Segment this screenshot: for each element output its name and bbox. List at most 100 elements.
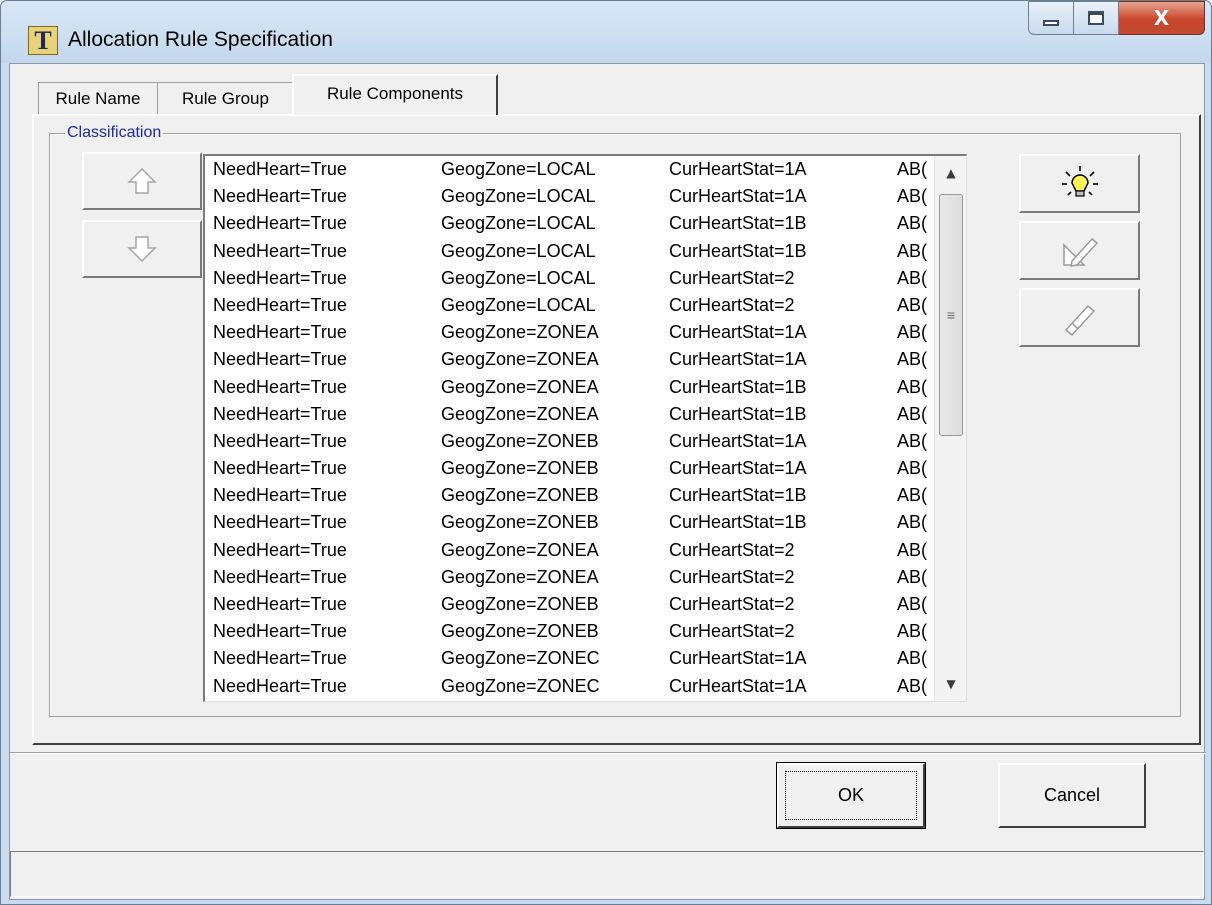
list-item[interactable]: NeedHeart=True GeogZone=ZONEB CurHeartStat… [205,430,933,457]
list-item[interactable]: NeedHeart=True GeogZone=LOCAL CurHeartStat… [205,185,933,212]
list-item[interactable]: NeedHeart=True GeogZone=LOCAL CurHeartStat… [205,294,933,321]
list-cell: AB( [897,648,928,669]
list-cell: NeedHeart=True [213,322,347,343]
arrow-down-icon [127,236,157,263]
list-item[interactable]: NeedHeart=True GeogZone=ZONEC CurHeartStat… [205,675,933,701]
list-item[interactable]: NeedHeart=True GeogZone=ZONEA CurHeartStat… [205,539,933,566]
new-component-button[interactable] [1019,154,1140,213]
list-cell: GeogZone=ZONEB [441,485,599,506]
list-cell: AB( [897,539,928,560]
list-cell: NeedHeart=True [213,159,347,179]
list-cell: NeedHeart=True [213,213,347,234]
list-item[interactable]: NeedHeart=True GeogZone=ZONEC CurHeartStat… [205,647,933,674]
list-cell: GeogZone=LOCAL [441,294,596,315]
classification-rows: NeedHeart=True GeogZone=LOCAL CurHeartStat… [205,158,933,701]
list-item[interactable]: NeedHeart=True GeogZone=LOCAL CurHeartStat… [205,212,933,239]
list-cell: CurHeartStat=1A [669,648,807,669]
list-cell: GeogZone=LOCAL [441,213,596,234]
list-cell: GeogZone=LOCAL [441,267,596,288]
list-cell: AB( [897,267,928,288]
list-cell: AB( [897,512,928,533]
pencil-ruler-icon [1062,237,1098,267]
lightbulb-icon [1061,165,1098,197]
list-cell: NeedHeart=True [213,512,347,533]
minimize-button[interactable] [1028,1,1074,35]
list-item[interactable]: NeedHeart=True GeogZone=ZONEA CurHeartStat… [205,566,933,593]
cancel-label: Cancel [1043,785,1101,805]
list-cell: CurHeartStat=1B [669,485,807,506]
list-item[interactable]: NeedHeart=True GeogZone=ZONEA CurHeartStat… [205,348,933,375]
list-cell: NeedHeart=True [213,594,347,614]
list-cell: CurHeartStat=1B [669,403,807,424]
tab-rule-components[interactable]: Rule Components [292,74,498,115]
scroll-thumb[interactable]: ≡ [939,194,963,436]
list-cell: NeedHeart=True [213,349,347,370]
list-cell: NeedHeart=True [213,267,347,288]
list-cell: AB( [897,294,928,315]
list-item[interactable]: NeedHeart=True GeogZone=ZONEA CurHeartStat… [205,403,933,430]
app-icon[interactable]: T [28,26,58,55]
list-item[interactable]: NeedHeart=True GeogZone=LOCAL CurHeartStat… [205,158,933,185]
list-cell: AB( [897,403,928,424]
list-cell: NeedHeart=True [213,566,347,587]
list-item[interactable]: NeedHeart=True GeogZone=ZONEA CurHeartStat… [205,321,933,348]
tab-rule-name[interactable]: Rule Name [38,82,158,114]
scroll-grip-icon: ≡ [946,307,956,323]
list-cell: AB( [897,240,928,261]
list-item[interactable]: NeedHeart=True GeogZone=LOCAL CurHeartStat… [205,267,933,294]
ok-button[interactable]: OK [776,762,926,829]
list-item[interactable]: NeedHeart=True GeogZone=ZONEA CurHeartStat… [205,376,933,403]
close-icon: X [1153,6,1170,30]
list-cell: GeogZone=ZONEA [441,376,599,397]
list-cell: CurHeartStat=1B [669,240,807,261]
list-cell: CurHeartStat=1B [669,376,807,397]
title-bar[interactable]: T Allocation Rule Specification X [1,1,1211,63]
list-cell: GeogZone=LOCAL [441,186,596,207]
list-cell: AB( [897,322,928,343]
close-button[interactable]: X [1119,1,1205,35]
list-cell: NeedHeart=True [213,430,347,451]
list-cell: CurHeartStat=2 [669,294,795,315]
edit-component-button[interactable] [1019,221,1140,280]
scroll-down-icon[interactable]: ▼ [938,671,964,697]
list-cell: GeogZone=LOCAL [441,240,596,261]
classification-list[interactable]: NeedHeart=True GeogZone=LOCAL CurHeartStat… [203,154,967,702]
list-cell: NeedHeart=True [213,485,347,506]
list-cell: GeogZone=LOCAL [441,159,596,179]
move-down-button[interactable] [82,220,202,278]
cancel-button[interactable]: Cancel [998,763,1146,828]
list-cell: NeedHeart=True [213,621,347,642]
list-cell: CurHeartStat=1A [669,349,807,370]
list-cell: GeogZone=ZONEB [441,458,599,479]
caption-buttons: X [1028,1,1205,35]
list-cell: CurHeartStat=1A [669,458,807,479]
scroll-up-icon[interactable]: ▲ [938,160,964,186]
list-item[interactable]: NeedHeart=True GeogZone=ZONEB CurHeartStat… [205,620,933,647]
list-cell: CurHeartStat=2 [669,594,795,614]
list-cell: CurHeartStat=2 [669,566,795,587]
list-cell: NeedHeart=True [213,458,347,479]
list-item[interactable]: NeedHeart=True GeogZone=ZONEB CurHeartStat… [205,593,933,620]
list-cell: CurHeartStat=1A [669,159,807,179]
vertical-scrollbar[interactable]: ▲ ≡ ▼ [934,156,966,701]
list-cell: GeogZone=ZONEC [441,648,600,669]
list-cell: CurHeartStat=1A [669,675,807,696]
dialog-client-area: Rule Name Rule Group Rule Components Cla… [9,63,1206,900]
list-cell: CurHeartStat=1B [669,213,807,234]
tab-rule-group[interactable]: Rule Group [157,82,294,114]
list-cell: GeogZone=ZONEB [441,621,599,642]
list-cell: NeedHeart=True [213,648,347,669]
list-item[interactable]: NeedHeart=True GeogZone=ZONEB CurHeartStat… [205,484,933,511]
list-item[interactable]: NeedHeart=True GeogZone=ZONEB CurHeartStat… [205,457,933,484]
delete-component-button[interactable] [1019,288,1140,347]
list-cell: NeedHeart=True [213,539,347,560]
list-cell: GeogZone=ZONEA [441,566,599,587]
list-item[interactable]: NeedHeart=True GeogZone=ZONEB CurHeartStat… [205,511,933,538]
move-up-button[interactable] [82,152,202,210]
maximize-button[interactable] [1074,1,1119,35]
list-cell: CurHeartStat=1A [669,186,807,207]
list-cell: AB( [897,186,928,207]
list-item[interactable]: NeedHeart=True GeogZone=LOCAL CurHeartStat… [205,240,933,267]
list-cell: GeogZone=ZONEA [441,539,599,560]
list-cell: GeogZone=ZONEB [441,430,599,451]
